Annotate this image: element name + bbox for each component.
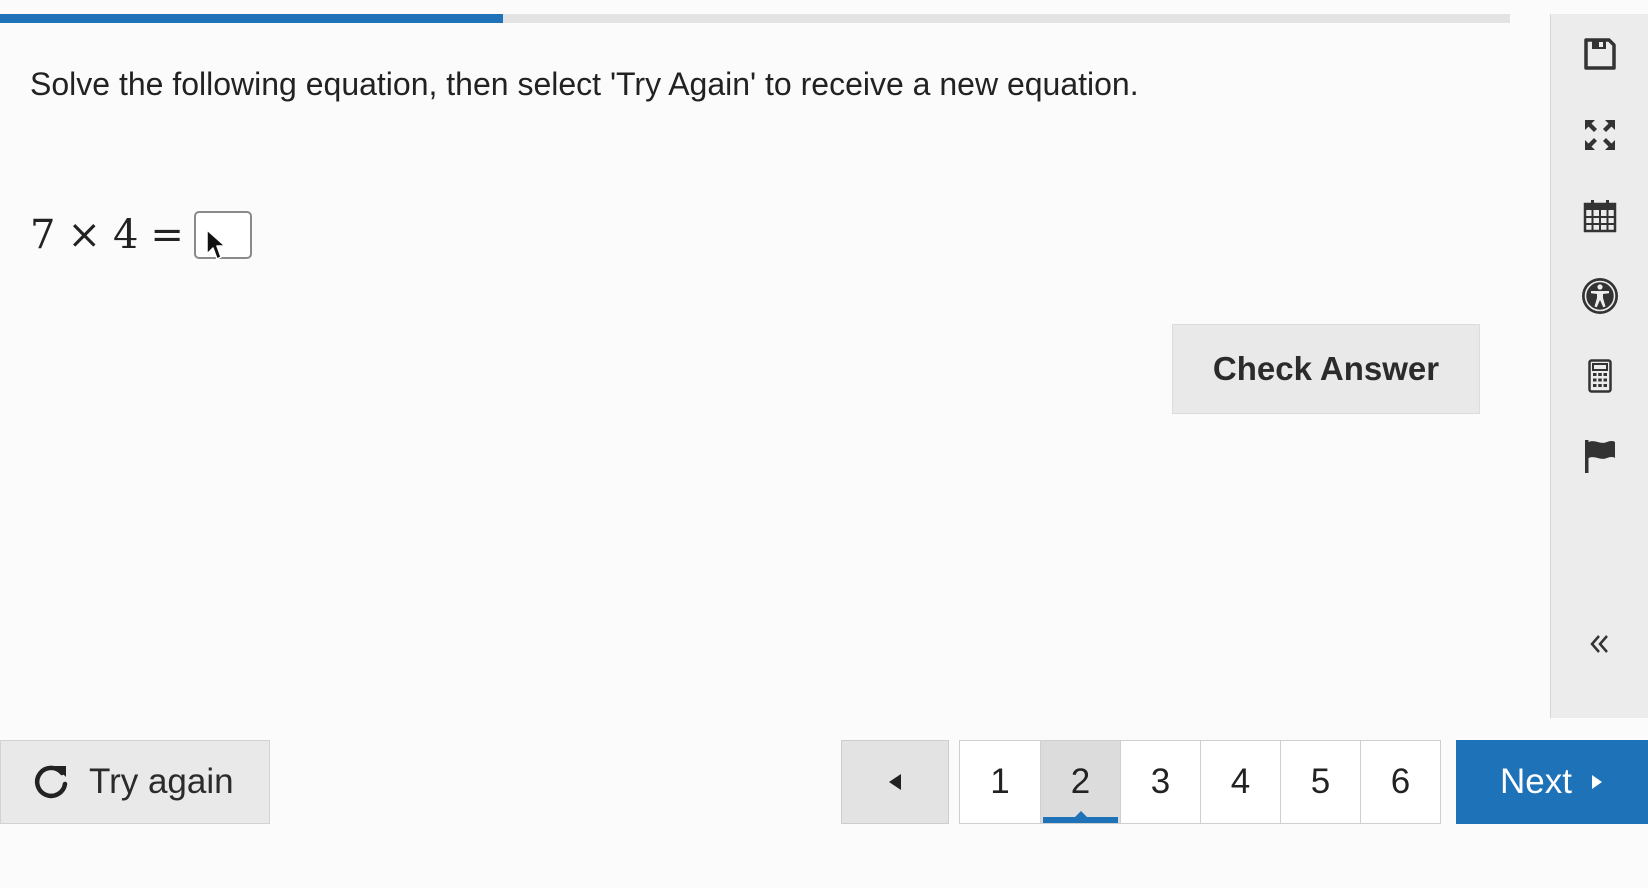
- page-button-5[interactable]: 5: [1280, 741, 1360, 823]
- save-icon: [1584, 38, 1616, 70]
- mouse-pointer-icon: [206, 229, 226, 260]
- equation-operator: ×: [67, 212, 101, 258]
- triangle-left-icon: [889, 774, 901, 790]
- tools-sidebar: [1550, 14, 1648, 718]
- page-button-2[interactable]: 2: [1040, 741, 1120, 823]
- collapse-icon: [1590, 635, 1608, 653]
- flag-button[interactable]: [1551, 426, 1648, 486]
- collapse-toolbar-button[interactable]: [1551, 614, 1648, 674]
- question-instruction: Solve the following equation, then selec…: [30, 66, 1139, 102]
- triangle-right-icon: [1591, 775, 1602, 789]
- page-button-1[interactable]: 1: [960, 741, 1040, 823]
- flag-icon: [1585, 440, 1615, 473]
- quiz-page: Solve the following equation, then selec…: [0, 0, 1648, 888]
- next-button[interactable]: Next: [1456, 740, 1648, 824]
- save-button[interactable]: [1551, 24, 1648, 84]
- calculator-button[interactable]: [1551, 346, 1648, 406]
- progress-bar: [0, 14, 1510, 23]
- accessibility-button[interactable]: [1551, 266, 1648, 326]
- check-answer-button[interactable]: Check Answer: [1172, 324, 1480, 414]
- question-pagination: 123456: [959, 740, 1441, 824]
- try-again-button[interactable]: Try again: [0, 740, 270, 824]
- calculator-icon: [1588, 359, 1612, 393]
- accessibility-icon: [1582, 278, 1618, 314]
- previous-question-button[interactable]: [841, 740, 949, 824]
- page-button-3[interactable]: 3: [1120, 741, 1200, 823]
- equation-equals: =: [150, 212, 184, 258]
- progress-fill: [0, 14, 503, 23]
- page-button-4[interactable]: 4: [1200, 741, 1280, 823]
- page-button-6[interactable]: 6: [1360, 741, 1440, 823]
- try-again-label: Try again: [89, 762, 234, 801]
- equation-right-operand: 4: [112, 212, 139, 258]
- equation-left-operand: 7: [30, 212, 56, 258]
- next-label: Next: [1500, 762, 1572, 801]
- fullscreen-button[interactable]: [1551, 105, 1648, 165]
- calendar-icon: [1583, 200, 1617, 233]
- refresh-icon: [34, 765, 68, 799]
- fullscreen-icon: [1585, 120, 1615, 150]
- calendar-button[interactable]: [1551, 186, 1648, 246]
